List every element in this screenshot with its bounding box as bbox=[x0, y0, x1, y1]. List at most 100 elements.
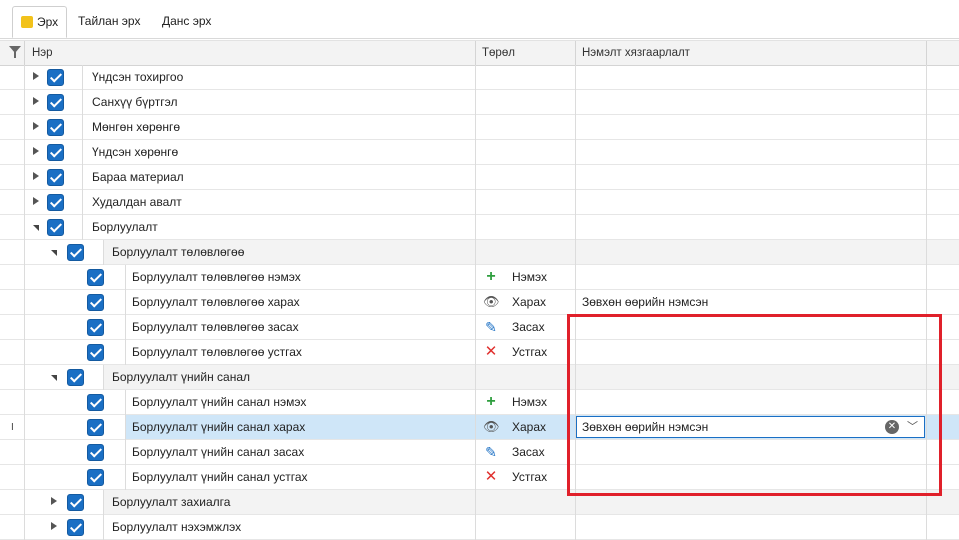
row-type: Засах bbox=[512, 445, 545, 459]
table-row[interactable]: Борлуулалт үнийн санал устгах ✕ Устгах bbox=[0, 465, 959, 490]
row-type: Харах bbox=[512, 420, 547, 434]
row-checkbox[interactable] bbox=[87, 319, 104, 336]
row-checkbox[interactable] bbox=[47, 194, 64, 211]
row-name: Борлуулалт төлөвлөгөө засах bbox=[132, 320, 299, 334]
column-header-type[interactable]: Төрөл bbox=[482, 41, 515, 65]
column-header-name[interactable]: Нэр bbox=[32, 41, 53, 65]
column-header-extra-restriction[interactable]: Нэмэлт хязгаарлалт bbox=[582, 41, 690, 65]
collapse-arrow-icon[interactable] bbox=[33, 225, 39, 231]
combobox-value: Зөвхөн өөрийн нэмсэн bbox=[582, 420, 709, 434]
table-row[interactable]: Үндсэн тохиргоо bbox=[0, 65, 959, 90]
tab-report-rights[interactable]: Тайлан эрх bbox=[70, 6, 148, 38]
chevron-down-icon[interactable]: ﹀ bbox=[907, 418, 918, 436]
pencil-icon: ✎ bbox=[485, 444, 497, 460]
row-checkbox[interactable] bbox=[67, 494, 84, 511]
table-row[interactable]: Борлуулалт төлөвлөгөө устгах ✕ Устгах bbox=[0, 340, 959, 365]
row-name: Худалдан авалт bbox=[92, 195, 182, 209]
row-checkbox[interactable] bbox=[47, 219, 64, 236]
table-row[interactable]: Худалдан авалт bbox=[0, 190, 959, 215]
close-x-icon: ✕ bbox=[484, 468, 498, 485]
row-name: Борлуулалт нэхэмжлэх bbox=[112, 520, 242, 534]
collapse-arrow-icon[interactable] bbox=[51, 375, 57, 381]
row-checkbox[interactable] bbox=[87, 419, 104, 436]
eye-icon: 👁 bbox=[483, 419, 500, 434]
row-name: Үндсэн хөрөнгө bbox=[92, 145, 179, 159]
table-row[interactable]: Борлуулалт төлөвлөгөө засах ✎ Засах bbox=[0, 315, 959, 340]
row-name: Мөнгөн хөрөнгө bbox=[92, 120, 181, 134]
table-row[interactable]: I Борлуулалт үнийн санал харах 👁 Харах Зөвхө… bbox=[0, 415, 959, 440]
extra-restriction-combobox[interactable]: Зөвхөн өөрийн нэмсэн ✕ ﹀ bbox=[576, 416, 925, 438]
eye-icon: 👁 bbox=[483, 294, 500, 309]
table-row[interactable]: Борлуулалт нэхэмжлэх bbox=[0, 515, 959, 540]
filter-icon[interactable] bbox=[9, 46, 21, 58]
expand-arrow-icon[interactable] bbox=[33, 197, 39, 205]
row-checkbox[interactable] bbox=[67, 369, 84, 386]
expand-arrow-icon[interactable] bbox=[33, 122, 39, 130]
table-row[interactable]: Борлуулалт төлөвлөгөө харах 👁 Харах Зөвхөн … bbox=[0, 290, 959, 315]
table-row[interactable]: Борлуулалт үнийн санал нэмэх + Нэмэх bbox=[0, 390, 959, 415]
pencil-icon: ✎ bbox=[485, 319, 497, 335]
table-row[interactable]: Борлуулалт төлөвлөгөө bbox=[0, 240, 959, 265]
row-type: Харах bbox=[512, 295, 547, 309]
expand-arrow-icon[interactable] bbox=[51, 522, 57, 530]
row-checkbox[interactable] bbox=[47, 69, 64, 86]
row-name: Борлуулалт bbox=[92, 220, 158, 234]
row-checkbox[interactable] bbox=[87, 469, 104, 486]
mask-icon bbox=[21, 16, 33, 28]
row-checkbox[interactable] bbox=[67, 519, 84, 536]
grid-header: Нэр Төрөл Нэмэлт хязгаарлалт bbox=[0, 40, 959, 66]
tab-account-rights[interactable]: Данс эрх bbox=[154, 6, 219, 38]
row-checkbox[interactable] bbox=[87, 444, 104, 461]
row-checkbox[interactable] bbox=[87, 269, 104, 286]
plus-icon: + bbox=[486, 268, 496, 285]
expand-arrow-icon[interactable] bbox=[33, 147, 39, 155]
row-checkbox[interactable] bbox=[47, 169, 64, 186]
row-name: Үндсэн тохиргоо bbox=[92, 70, 184, 84]
row-type: Устгах bbox=[512, 470, 548, 484]
expand-arrow-icon[interactable] bbox=[33, 72, 39, 80]
expand-arrow-icon[interactable] bbox=[33, 97, 39, 105]
table-row[interactable]: Үндсэн хөрөнгө bbox=[0, 140, 959, 165]
row-name: Борлуулалт захиалга bbox=[112, 495, 231, 509]
row-checkbox[interactable] bbox=[47, 144, 64, 161]
row-checkbox[interactable] bbox=[47, 119, 64, 136]
table-row[interactable]: Санхүү бүртгэл bbox=[0, 90, 959, 115]
expand-arrow-icon[interactable] bbox=[33, 172, 39, 180]
row-name: Борлуулалт үнийн санал устгах bbox=[132, 470, 308, 484]
table-row[interactable]: Борлуулалт үнийн санал засах ✎ Засах bbox=[0, 440, 959, 465]
plus-icon: + bbox=[486, 393, 496, 410]
row-name: Борлуулалт төлөвлөгөө устгах bbox=[132, 345, 302, 359]
row-name: Борлуулалт үнийн санал харах bbox=[132, 420, 306, 434]
row-name: Борлуулалт үнийн санал bbox=[112, 370, 251, 384]
table-row[interactable]: Бараа материал bbox=[0, 165, 959, 190]
row-checkbox[interactable] bbox=[67, 244, 84, 261]
permissions-tree-grid: Нэр Төрөл Нэмэлт хязгаарлалт Үндсэн тохи… bbox=[0, 40, 959, 540]
expand-arrow-icon[interactable] bbox=[51, 497, 57, 505]
row-checkbox[interactable] bbox=[47, 94, 64, 111]
collapse-arrow-icon[interactable] bbox=[51, 250, 57, 256]
row-name: Борлуулалт төлөвлөгөө bbox=[112, 245, 245, 259]
table-row[interactable]: Борлуулалт төлөвлөгөө нэмэх + Нэмэх bbox=[0, 265, 959, 290]
table-row[interactable]: Борлуулалт үнийн санал bbox=[0, 365, 959, 390]
row-type: Устгах bbox=[512, 345, 548, 359]
text-cursor-icon: I bbox=[11, 422, 14, 433]
row-name: Санхүү бүртгэл bbox=[92, 95, 178, 109]
table-row[interactable]: Борлуулалт bbox=[0, 215, 959, 240]
row-extra-restriction[interactable]: Зөвхөн өөрийн нэмсэн bbox=[582, 290, 708, 315]
table-row[interactable]: Мөнгөн хөрөнгө bbox=[0, 115, 959, 140]
clear-icon[interactable]: ✕ bbox=[885, 420, 899, 434]
tab-erkh[interactable]: Эрх bbox=[12, 6, 68, 38]
row-checkbox[interactable] bbox=[87, 394, 104, 411]
table-row[interactable]: Борлуулалт захиалга bbox=[0, 490, 959, 515]
row-type: Нэмэх bbox=[512, 270, 548, 284]
row-name: Борлуулалт төлөвлөгөө харах bbox=[132, 295, 300, 309]
row-name: Борлуулалт үнийн санал засах bbox=[132, 445, 305, 459]
row-name: Борлуулалт үнийн санал нэмэх bbox=[132, 395, 307, 409]
row-checkbox[interactable] bbox=[87, 294, 104, 311]
close-x-icon: ✕ bbox=[484, 343, 498, 360]
row-type: Засах bbox=[512, 320, 545, 334]
row-name: Бараа материал bbox=[92, 170, 184, 184]
tab-bar: Эрх Тайлан эрх Данс эрх bbox=[0, 0, 959, 39]
row-name: Борлуулалт төлөвлөгөө нэмэх bbox=[132, 270, 301, 284]
row-checkbox[interactable] bbox=[87, 344, 104, 361]
